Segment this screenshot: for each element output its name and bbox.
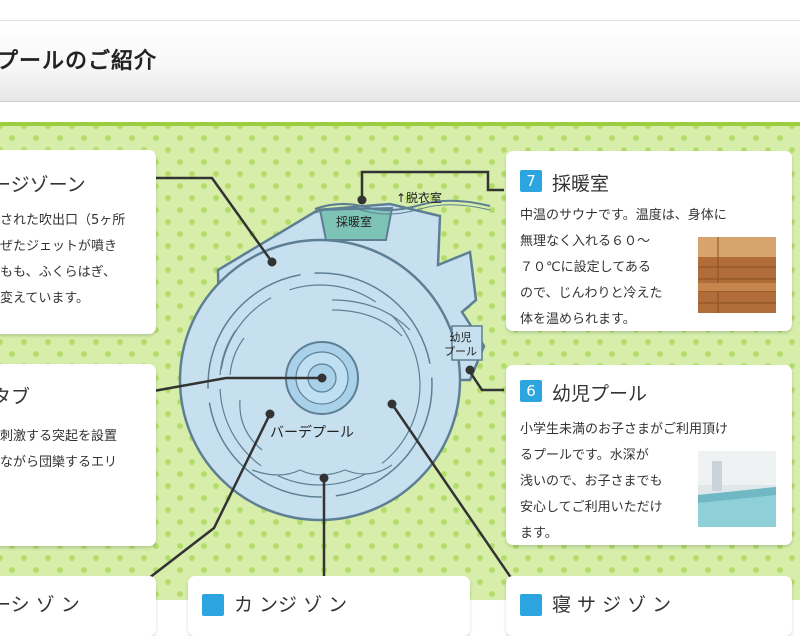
card-massage-zone: ージゾーン された吹出口（5ヶ所 ぜたジェットが噴き もも、ふくらはぎ、 変えて… xyxy=(0,150,156,334)
card-bottom-left: ーシ ゾ ン xyxy=(0,576,156,636)
card-body: 小学生未満のお子さまがご利用頂け るプールです。水深が 浅いので、お子さまでも … xyxy=(520,422,729,541)
number-badge: 7 xyxy=(520,170,542,192)
card-title: 寝 サ ジ ゾ ン xyxy=(552,594,672,616)
card-title: ージゾーン xyxy=(0,174,86,196)
kids-pool-photo xyxy=(698,451,776,527)
label-dressing-room: ↑脱衣室 xyxy=(396,191,443,205)
card-bottom-right: 寝 サ ジ ゾ ン xyxy=(506,576,792,636)
card-title: 採暖室 xyxy=(552,173,610,195)
card-title: 幼児プール xyxy=(552,383,648,405)
card-body: 刺激する突起を設置 ながら団欒するエリ xyxy=(0,429,118,470)
label-kids-pool: 幼児 プール xyxy=(444,331,477,358)
card-title: カ ンジ ゾ ン xyxy=(234,594,348,616)
card-title: ーシ ゾ ン xyxy=(0,594,80,616)
label-bade-pool: バーデプール xyxy=(270,425,354,441)
number-badge: 6 xyxy=(520,380,542,402)
card-kids-pool: 6 幼児プール 小学生未満のお子さまがご利用頂け るプールです。水深が 浅いので… xyxy=(506,365,792,545)
number-badge xyxy=(520,594,542,616)
card-sauna: 7 採暖室 中温のサウナです。温度は、身体に 無理なく入れる６０～ ７０℃に設定… xyxy=(506,151,792,331)
card-body: された吹出口（5ヶ所 ぜたジェットが噴き もも、ふくらはぎ、 変えています。 xyxy=(0,213,126,306)
card-title: タブ xyxy=(0,386,31,408)
number-badge xyxy=(202,594,224,616)
card-bottom-middle: カ ンジ ゾ ン xyxy=(188,576,470,636)
card-body: 中温のサウナです。温度は、身体に 無理なく入れる６０～ ７０℃に設定してある の… xyxy=(520,208,727,327)
sauna-photo xyxy=(698,237,776,313)
card-tub: タブ 刺激する突起を設置 ながら団欒するエリ xyxy=(0,364,156,546)
label-sauna: 採暖室 xyxy=(336,215,373,229)
